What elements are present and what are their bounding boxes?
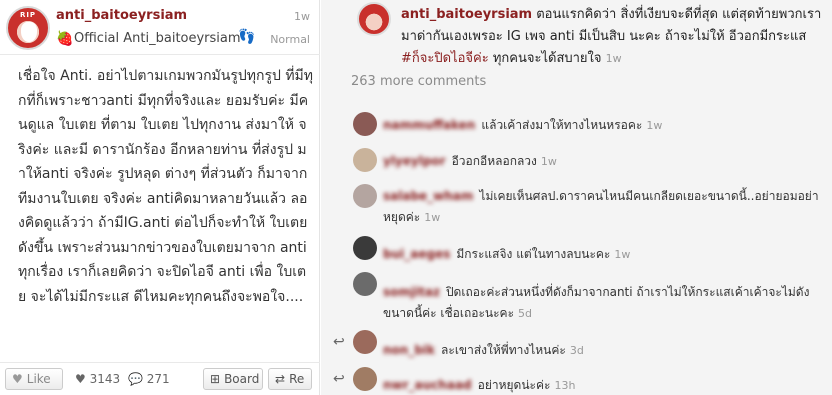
commenter-avatar[interactable] — [353, 330, 377, 354]
caption-time: 1w — [605, 52, 622, 65]
repin-label: Re — [289, 372, 305, 386]
caption: anti_baitoeyrsiam ตอนแรกคิดว่า สิ่งที่เง… — [401, 4, 829, 70]
repin-button[interactable]: ⇄ Re — [268, 368, 312, 390]
comment-text: แล้วเค้าส่งมาให้ทางไหนหรอคะ — [481, 118, 643, 132]
board-icon: ⊞ — [210, 372, 221, 386]
user-avatar[interactable]: RIP — [6, 6, 50, 50]
commenter-avatar[interactable] — [353, 236, 377, 260]
commenter-name[interactable]: nwr_auchaad — [383, 378, 472, 392]
comment-body: non_bik ละเขาส่งให้พี่ทางไหนค่ะ 3d — [383, 340, 823, 361]
comment-body: somjitaz ปิดเถอะค่ะส่วนหนึ่งที่ดังก็มาจาก… — [383, 282, 823, 324]
post-panel: RIP anti_baitoeyrsiam 1w 🍓 Official Anti… — [0, 0, 320, 395]
comment-text: อีวอกอีหลอกลวง — [451, 154, 537, 168]
footprint-icon: 👣 — [238, 29, 256, 45]
like-label: Like — [26, 372, 51, 386]
heart-icon: ♥ — [75, 372, 86, 386]
repin-icon: ⇄ — [275, 372, 286, 386]
commenter-name[interactable]: salabe_wham — [383, 189, 473, 203]
commenter-name[interactable]: nammuffaken — [383, 118, 475, 132]
avatar-face — [21, 22, 37, 42]
comment-body: bui_aeges มีกระแสจิง แต่ในทางลบนะคะ 1w — [383, 244, 823, 265]
post-subtitle: Official Anti_baitoeyrsiam — [74, 31, 241, 46]
caption-avatar[interactable] — [357, 2, 391, 36]
avatar-rip-text: RIP — [19, 11, 37, 19]
caption-text-after: ทุกคนจะได้สบายใจ — [492, 51, 602, 66]
board-label: Board — [224, 372, 260, 386]
board-button[interactable]: ⊞ Board — [203, 368, 263, 390]
commenter-avatar[interactable] — [353, 367, 377, 391]
comment-text: ปิดเถอะค่ะส่วนหนึ่งที่ดังก็มาจากanti ถ้า… — [383, 285, 810, 320]
comment-time: 1w — [540, 155, 557, 168]
comment-body: nammuffaken แล้วเค้าส่งมาให้ทางไหนหรอคะ 1w — [383, 115, 823, 136]
commenter-name[interactable]: bui_aeges — [383, 247, 450, 261]
comment-time: 1w — [424, 211, 441, 224]
commenter-avatar[interactable] — [353, 148, 377, 172]
caption-username[interactable]: anti_baitoeyrsiam — [401, 7, 532, 22]
comments-panel: anti_baitoeyrsiam ตอนแรกคิดว่า สิ่งที่เง… — [321, 0, 832, 395]
likes-value: 3143 — [89, 372, 121, 386]
comments-count: 💬 271 — [128, 372, 170, 386]
post-body: เชื่อใจ Anti. อย่าไปตามเกมพวกมันรูปทุกรู… — [18, 68, 314, 305]
more-comments-link[interactable]: 263 more comments — [351, 74, 486, 89]
strawberry-icon: 🍓 — [56, 31, 74, 47]
comments-value: 271 — [146, 372, 170, 386]
comment-body: salabe_wham ไม่เคยเห็นศลป.ดาราคนไหนมีคนเก… — [383, 186, 823, 228]
comment-time: 1w — [646, 119, 663, 132]
post-username[interactable]: anti_baitoeyrsiam — [56, 8, 187, 23]
commenter-name[interactable]: somjitaz — [383, 285, 440, 299]
reply-icon[interactable]: ↩ — [333, 334, 345, 350]
commenter-avatar[interactable] — [353, 272, 377, 296]
comment-icon: 💬 — [128, 372, 143, 386]
comment-text: อย่าหยุดน่ะค่ะ — [477, 378, 551, 392]
comment-text: ละเขาส่งให้พี่ทางไหนค่ะ — [441, 343, 566, 357]
comment-text: มีกระแสจิง แต่ในทางลบนะคะ — [456, 247, 611, 261]
likes-count: ♥ 3143 — [75, 372, 120, 386]
comment-body: nwr_auchaad อย่าหยุดน่ะค่ะ 13h — [383, 375, 823, 395]
commenter-name[interactable]: non_bik — [383, 343, 435, 357]
filter-mode: Normal — [270, 33, 310, 46]
post-footer: ♥ Like ♥ 3143 💬 271 ⊞ Board ⇄ Re — [0, 362, 320, 395]
commenter-avatar[interactable] — [353, 184, 377, 208]
commenter-name[interactable]: ylyeylpor — [383, 154, 446, 168]
comment-time: 3d — [569, 344, 584, 357]
comment-time: 13h — [554, 379, 576, 392]
commenter-avatar[interactable] — [353, 112, 377, 136]
reply-icon[interactable]: ↩ — [333, 371, 345, 387]
comment-time: 5d — [518, 307, 533, 320]
comment-time: 1w — [614, 248, 631, 261]
post-header: RIP anti_baitoeyrsiam 1w 🍓 Official Anti… — [0, 0, 320, 55]
heart-icon: ♥ — [12, 372, 23, 386]
caption-hashtag[interactable]: #ก็จะปิดไอจีค่ะ — [401, 51, 489, 66]
like-button[interactable]: ♥ Like — [5, 368, 63, 390]
post-time: 1w — [294, 10, 310, 23]
comment-body: ylyeylpor อีวอกอีหลอกลวง 1w — [383, 151, 823, 172]
